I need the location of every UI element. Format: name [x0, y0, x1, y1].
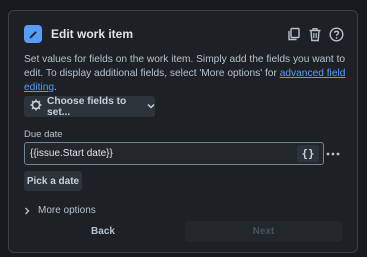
more-options-toggle[interactable]: More options — [24, 205, 96, 216]
chevron-right-icon — [24, 207, 34, 215]
chevron-down-icon — [147, 101, 155, 112]
next-button[interactable]: Next — [185, 221, 342, 242]
panel-header: Edit work item — [24, 22, 345, 46]
due-date-label: Due date — [24, 129, 63, 140]
smart-value-button[interactable]: {} — [297, 145, 319, 162]
copy-icon[interactable] — [285, 25, 303, 43]
pencil-icon — [24, 25, 42, 43]
choose-fields-label: Choose fields to set... — [47, 95, 127, 118]
back-button[interactable]: Back — [24, 221, 182, 242]
panel-title: Edit work item — [51, 27, 134, 41]
description-text: Set values for fields on the work item. … — [24, 53, 354, 95]
header-actions — [285, 25, 345, 43]
description-suffix: . — [54, 82, 57, 93]
edit-work-item-panel: Edit work item Set values for fields on … — [8, 10, 358, 253]
due-date-input[interactable]: {{issue.Start date}} — [24, 142, 324, 165]
gear-icon — [30, 99, 42, 114]
more-dots-icon[interactable] — [325, 147, 341, 161]
more-options-label: More options — [38, 205, 96, 216]
choose-fields-button[interactable]: Choose fields to set... — [24, 95, 155, 118]
trash-icon[interactable] — [306, 25, 324, 43]
help-icon[interactable] — [327, 25, 345, 43]
due-date-value: {{issue.Start date}} — [30, 148, 113, 159]
pick-a-date-button[interactable]: Pick a date — [24, 171, 82, 191]
